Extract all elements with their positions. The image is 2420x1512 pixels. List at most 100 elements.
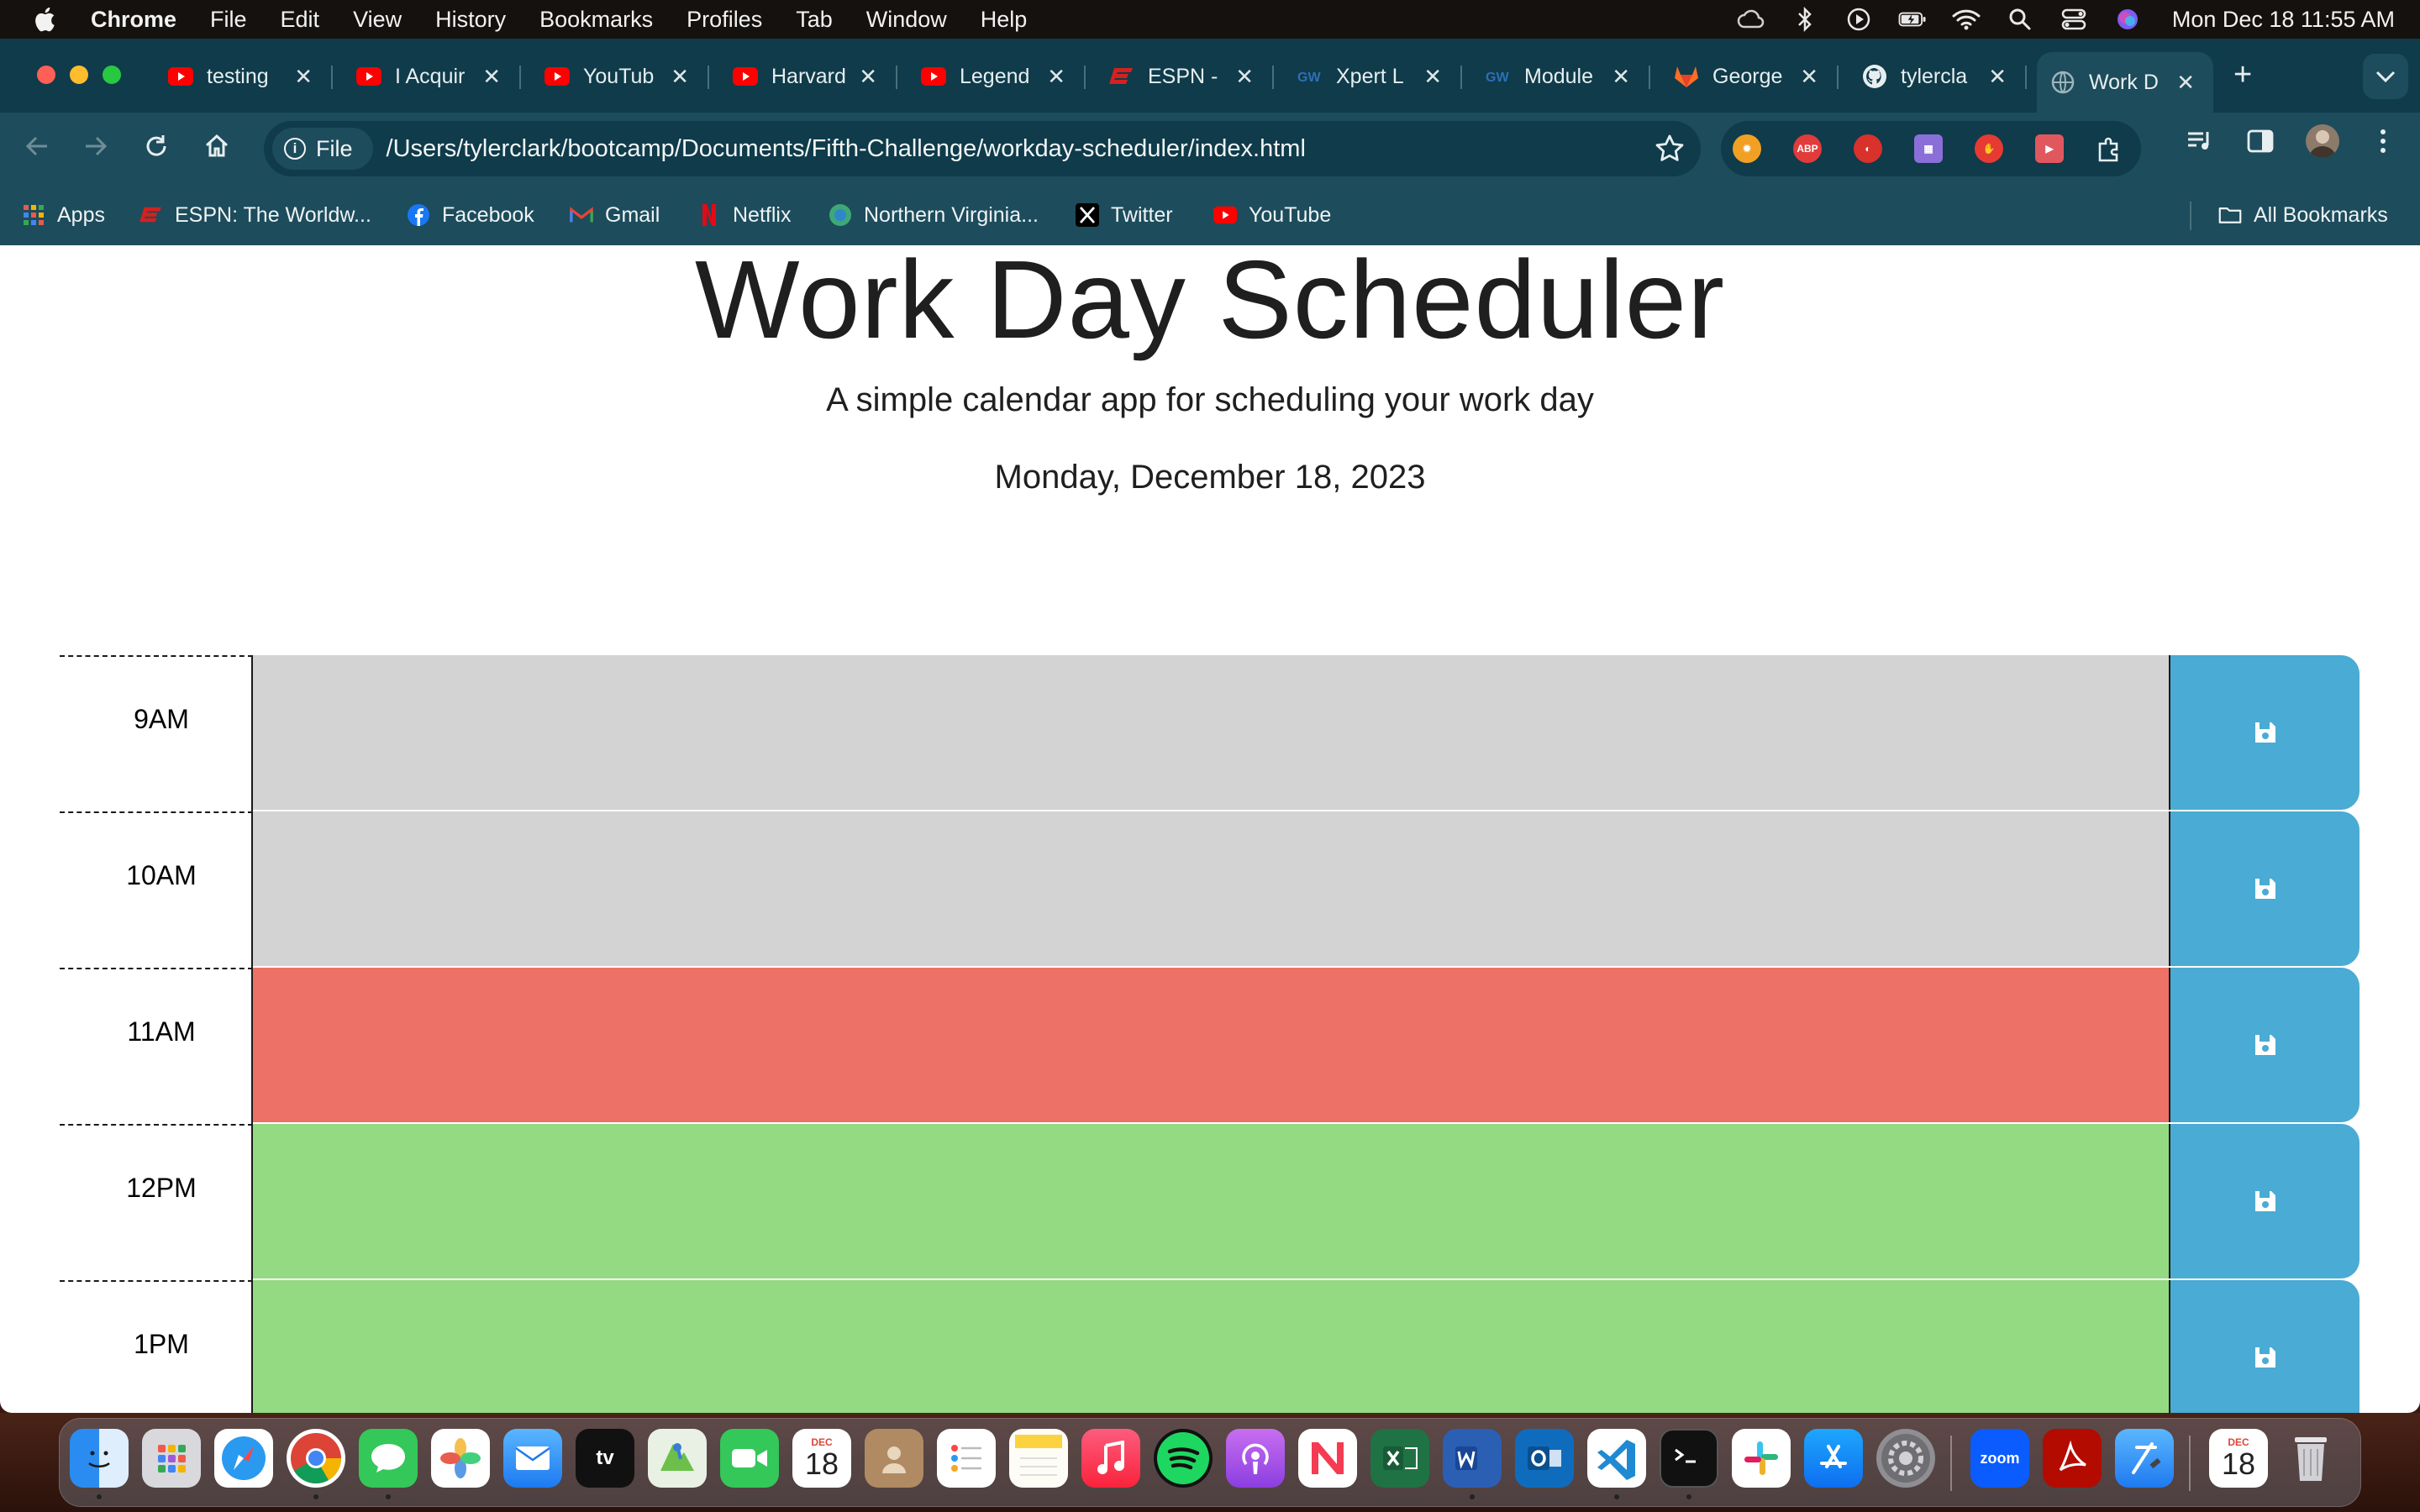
bookmark-netflix[interactable]: Netflix: [697, 200, 791, 230]
browser-tab[interactable]: Legend ✕: [908, 52, 1086, 101]
bookmark-apps[interactable]: Apps: [22, 200, 105, 230]
bluetooth-icon[interactable]: [1791, 7, 1819, 32]
browser-tab[interactable]: tylercla ✕: [1849, 52, 2027, 101]
control-center-icon[interactable]: [2060, 7, 2088, 32]
wifi-icon[interactable]: [1952, 7, 1981, 32]
save-button[interactable]: [2170, 1280, 2360, 1413]
menu-app-name[interactable]: Chrome: [91, 7, 176, 33]
launchpad-icon[interactable]: [142, 1429, 201, 1488]
browser-tab[interactable]: GW Module ✕: [1472, 52, 1650, 101]
bookmark-star-icon[interactable]: [1654, 133, 1686, 165]
browser-tab[interactable]: YouTub ✕: [531, 52, 709, 101]
menu-history[interactable]: History: [435, 7, 506, 33]
extension-screen-recorder-icon[interactable]: ▶: [2035, 134, 2064, 163]
window-zoom-button[interactable]: [103, 66, 121, 84]
slack-icon[interactable]: [1732, 1429, 1791, 1488]
url-text[interactable]: /Users/tylerclark/bootcamp/Documents/Fif…: [387, 135, 1306, 163]
app-store-icon[interactable]: [1804, 1429, 1863, 1488]
event-description-input[interactable]: [253, 655, 2170, 810]
bookmark-northern-virginia[interactable]: Northern Virginia...: [829, 200, 1039, 230]
tab-close-icon[interactable]: ✕: [1988, 64, 2007, 90]
menu-view[interactable]: View: [353, 7, 402, 33]
now-playing-icon[interactable]: [1844, 7, 1873, 32]
calendar-recent-icon[interactable]: DEC 18: [2209, 1429, 2268, 1488]
bookmark-youtube[interactable]: YouTube: [1213, 200, 1331, 230]
menu-window[interactable]: Window: [866, 7, 947, 33]
browser-tab[interactable]: George ✕: [1660, 52, 1839, 101]
bookmark-twitter[interactable]: Twitter: [1076, 200, 1173, 230]
profile-avatar[interactable]: [2306, 124, 2339, 158]
adblock-plus-icon[interactable]: ABP: [1793, 134, 1822, 163]
tab-close-icon[interactable]: ✕: [1612, 64, 1630, 90]
finder-icon[interactable]: [70, 1429, 129, 1488]
vscode-icon[interactable]: [1587, 1429, 1646, 1488]
facetime-icon[interactable]: [720, 1429, 779, 1488]
siri-icon[interactable]: [2113, 7, 2142, 32]
messages-icon[interactable]: [359, 1429, 418, 1488]
notes-icon[interactable]: [1009, 1429, 1068, 1488]
browser-tab-active[interactable]: Work D ✕: [2037, 52, 2213, 113]
forward-button[interactable]: [74, 124, 118, 168]
back-button[interactable]: [15, 124, 59, 168]
tab-close-icon[interactable]: ✕: [1235, 64, 1254, 90]
save-button[interactable]: [2170, 655, 2360, 810]
excel-icon[interactable]: [1370, 1429, 1429, 1488]
event-description-input[interactable]: [253, 1124, 2170, 1278]
bookmark-facebook[interactable]: Facebook: [407, 200, 534, 230]
site-info-chip[interactable]: i File: [272, 128, 373, 170]
menu-edit[interactable]: Edit: [281, 7, 320, 33]
tab-close-icon[interactable]: ✕: [1047, 64, 1065, 90]
reminders-icon[interactable]: [937, 1429, 996, 1488]
news-icon[interactable]: [1298, 1429, 1357, 1488]
spotlight-search-icon[interactable]: [2006, 7, 2034, 32]
calendar-icon[interactable]: DEC 18: [792, 1429, 851, 1488]
tab-close-icon[interactable]: ✕: [859, 64, 877, 90]
contacts-icon[interactable]: [865, 1429, 923, 1488]
window-minimize-button[interactable]: [70, 66, 88, 84]
window-close-button[interactable]: [37, 66, 55, 84]
tab-search-button[interactable]: [2363, 54, 2408, 99]
browser-tab[interactable]: testing ✕: [155, 52, 333, 101]
save-button[interactable]: [2170, 968, 2360, 1122]
home-button[interactable]: [195, 124, 239, 168]
event-description-input[interactable]: [253, 811, 2170, 966]
address-bar[interactable]: i File /Users/tylerclark/bootcamp/Docume…: [264, 121, 1701, 176]
save-button[interactable]: [2170, 1124, 2360, 1278]
tab-close-icon[interactable]: ✕: [671, 64, 689, 90]
music-icon[interactable]: [1081, 1429, 1140, 1488]
safari-icon[interactable]: [214, 1429, 273, 1488]
tab-close-icon[interactable]: ✕: [294, 64, 313, 90]
spotify-icon[interactable]: [1154, 1429, 1213, 1488]
extension-red-circle-icon[interactable]: ◐: [1854, 134, 1882, 163]
extension-purple-icon[interactable]: ▦: [1914, 134, 1943, 163]
apple-tv-icon[interactable]: tv: [576, 1429, 634, 1488]
tab-close-icon[interactable]: ✕: [482, 64, 501, 90]
media-controls-icon[interactable]: [2185, 126, 2215, 156]
battery-icon[interactable]: [1898, 7, 1927, 32]
all-bookmarks-button[interactable]: All Bookmarks: [2218, 200, 2388, 230]
apple-menu-icon[interactable]: [32, 5, 60, 34]
save-button[interactable]: [2170, 811, 2360, 966]
menu-help[interactable]: Help: [981, 7, 1028, 33]
menu-tab[interactable]: Tab: [796, 7, 833, 33]
tab-close-icon[interactable]: ✕: [1423, 64, 1442, 90]
bookmark-gmail[interactable]: Gmail: [570, 200, 660, 230]
side-panel-icon[interactable]: [2245, 126, 2275, 156]
tab-close-icon[interactable]: ✕: [2176, 70, 2195, 96]
tab-close-icon[interactable]: ✕: [1800, 64, 1818, 90]
reload-button[interactable]: [134, 124, 178, 168]
bookmark-espn[interactable]: ESPN: The Worldw...: [139, 200, 371, 230]
browser-tab[interactable]: ESPN - ✕: [1096, 52, 1274, 101]
browser-tab[interactable]: I Acquir ✕: [343, 52, 521, 101]
maps-icon[interactable]: [648, 1429, 707, 1488]
chrome-menu-icon[interactable]: [2368, 126, 2398, 156]
event-description-input[interactable]: [253, 1280, 2170, 1413]
photos-icon[interactable]: [431, 1429, 490, 1488]
creative-cloud-icon[interactable]: [1737, 7, 1765, 32]
chrome-icon[interactable]: [287, 1429, 345, 1488]
system-settings-icon[interactable]: [1876, 1429, 1935, 1488]
trash-icon[interactable]: [2281, 1429, 2340, 1488]
acrobat-icon[interactable]: [2043, 1429, 2102, 1488]
new-tab-button[interactable]: +: [2233, 59, 2252, 91]
outlook-icon[interactable]: [1515, 1429, 1574, 1488]
